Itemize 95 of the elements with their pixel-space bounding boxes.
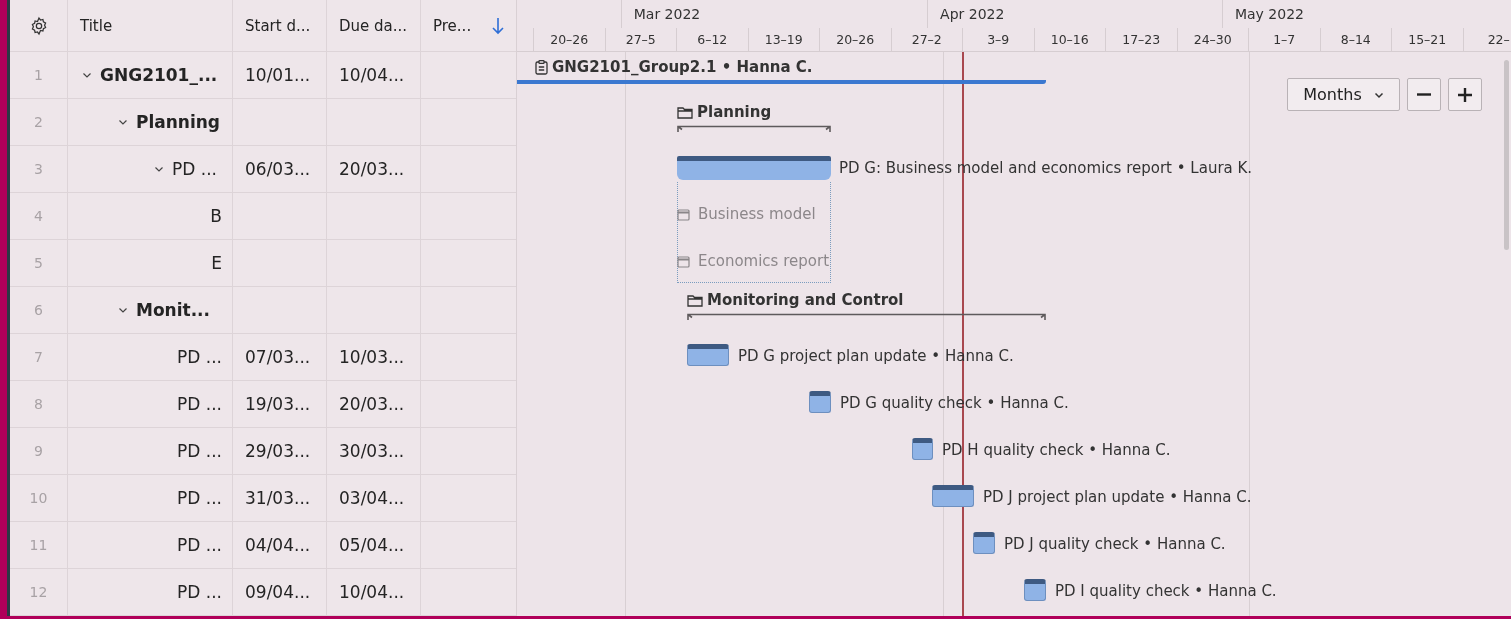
chevron-icon[interactable] [118, 117, 128, 127]
zoom-in-button[interactable] [1448, 78, 1482, 111]
column-header[interactable]: Start d... [245, 16, 311, 35]
title-cell: GNG2101_... [100, 65, 218, 85]
week-label: 6–12 [697, 32, 728, 47]
plus-icon [1457, 86, 1473, 103]
week-label: 20–26 [836, 32, 875, 47]
column-header[interactable]: Title [80, 16, 113, 35]
date-cell: 10/04... [339, 65, 405, 85]
date-cell: 05/04... [339, 535, 405, 555]
minus-icon [1416, 93, 1432, 96]
group-bar[interactable] [677, 124, 831, 133]
task-label: PD H quality check • Hanna C. [942, 440, 1171, 461]
row-number: 7 [34, 349, 43, 365]
title-cell: PD ... [177, 488, 222, 508]
row-number: 2 [34, 114, 43, 130]
title-cell: PD ... [177, 441, 222, 461]
date-cell: 07/03... [245, 347, 311, 367]
calendar-icon [677, 254, 690, 268]
row-number: 3 [34, 161, 43, 177]
scrollbar[interactable] [1504, 60, 1509, 250]
date-cell: 04/04... [245, 535, 311, 555]
folder-icon [677, 105, 693, 119]
row-number: 8 [34, 396, 43, 412]
zoom-out-button[interactable] [1407, 78, 1441, 111]
week-label: 27–2 [911, 32, 942, 47]
date-cell: 10/04... [339, 582, 405, 602]
date-cell: 20/03... [339, 394, 405, 414]
row-number: 1 [34, 67, 43, 83]
task-bar[interactable] [1024, 579, 1046, 601]
week-label: 20–26 [550, 32, 589, 47]
title-cell: PD ... [177, 347, 222, 367]
column-header[interactable]: Pre... [433, 16, 472, 35]
task-bar[interactable] [932, 485, 974, 507]
title-cell: Monit... [136, 300, 211, 320]
week-label: 27–5 [625, 32, 656, 47]
row-number: 12 [29, 584, 48, 600]
chevron-icon[interactable] [82, 70, 92, 80]
title-cell: B [210, 206, 222, 226]
week-label: 3–9 [987, 32, 1010, 47]
date-cell: 09/04... [245, 582, 311, 602]
task-bar[interactable] [687, 344, 729, 366]
column-header[interactable]: Due da... [339, 16, 408, 35]
week-label: 10–16 [1050, 32, 1089, 47]
title-cell: Planning [135, 112, 220, 132]
group-bar[interactable] [687, 312, 1046, 321]
chevron-icon[interactable] [154, 164, 164, 174]
date-cell: 10/01... [245, 65, 311, 85]
date-cell: 29/03... [245, 441, 311, 461]
subtask-label: Business model [698, 204, 816, 225]
week-label: 24–30 [1193, 32, 1232, 47]
week-label: 1–7 [1273, 32, 1296, 47]
title-cell: PD ... [172, 159, 217, 179]
date-cell: 31/03... [245, 488, 311, 508]
task-bar[interactable] [973, 532, 995, 554]
week-label: 17–23 [1122, 32, 1161, 47]
group-label: Planning [697, 102, 772, 123]
row-number: 11 [29, 537, 48, 553]
month-label: Apr 2022 [940, 6, 1005, 22]
week-label: 15–21 [1408, 32, 1447, 47]
subtask-label: Economics report [698, 251, 829, 272]
title-cell: PD ... [177, 535, 222, 555]
folder-icon [687, 293, 703, 307]
task-label: PD J quality check • Hanna C. [1004, 534, 1226, 555]
task-label: PD I quality check • Hanna C. [1055, 581, 1277, 602]
date-cell: 20/03... [339, 159, 405, 179]
calendar-icon [677, 207, 690, 221]
row-number: 9 [34, 443, 43, 459]
week-label: 22– [1487, 32, 1510, 47]
title-cell: PD ... [177, 582, 222, 602]
task-bar[interactable] [809, 391, 831, 413]
title-cell: PD ... [177, 394, 222, 414]
timescale-dropdown[interactable]: Months [1287, 78, 1400, 111]
month-label: Mar 2022 [633, 6, 701, 22]
row-number: 4 [34, 208, 43, 224]
summary-bar[interactable] [677, 156, 831, 180]
week-label: 8–14 [1340, 32, 1371, 47]
row-number: 6 [34, 302, 43, 318]
chevron-icon[interactable] [118, 305, 128, 315]
date-cell: 06/03... [245, 159, 311, 179]
row-number: 5 [34, 255, 43, 271]
date-cell: 30/03... [339, 441, 405, 461]
week-label: 13–19 [764, 32, 803, 47]
group-label: Monitoring and Control [707, 290, 904, 311]
date-cell: 03/04... [339, 488, 405, 508]
row-number: 10 [29, 490, 48, 506]
project-label: GNG2101_Group2.1 • Hanna C. [552, 57, 813, 78]
task-label: PD J project plan update • Hanna C. [983, 487, 1252, 508]
sort-arrow-icon[interactable] [492, 16, 504, 35]
date-cell: 19/03... [245, 394, 311, 414]
clipboard-icon [535, 59, 548, 75]
month-label: May 2022 [1234, 6, 1304, 22]
title-cell: E [211, 253, 222, 273]
task-bar[interactable] [912, 438, 933, 460]
date-cell: 10/03... [339, 347, 405, 367]
